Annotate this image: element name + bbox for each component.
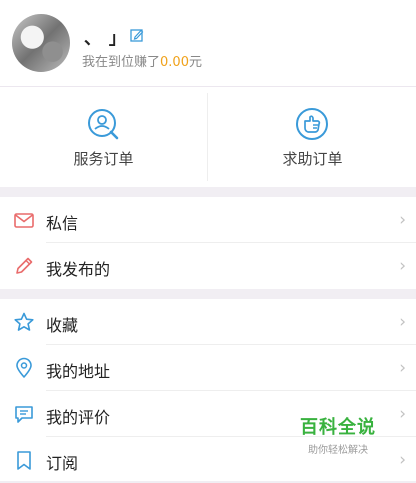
menu-item-label: 我发布的 bbox=[46, 260, 111, 279]
avatar[interactable] bbox=[12, 14, 70, 72]
menu-item-messages[interactable]: 私信 › bbox=[0, 197, 416, 243]
watermark: 百科全说 助你轻松解决 bbox=[300, 413, 376, 456]
divider bbox=[207, 93, 208, 181]
service-orders-label: 服务订单 bbox=[73, 150, 134, 168]
earnings-suffix: 元 bbox=[188, 55, 202, 70]
chevron-right-icon: › bbox=[399, 404, 406, 424]
bookmark-icon bbox=[17, 451, 31, 470]
menu-item-my-posts[interactable]: 我发布的 › bbox=[0, 243, 416, 289]
star-icon bbox=[14, 312, 34, 331]
menu-item-label: 订阅 bbox=[46, 454, 79, 473]
menu-group-messages: 私信 › 我发布的 › bbox=[0, 197, 416, 289]
chevron-right-icon: › bbox=[399, 358, 406, 378]
pencil-icon bbox=[16, 257, 33, 274]
chevron-right-icon: › bbox=[399, 312, 406, 332]
hand-help-icon bbox=[296, 108, 328, 140]
search-user-icon bbox=[88, 109, 119, 140]
location-pin-icon bbox=[16, 357, 32, 378]
menu-item-label: 收藏 bbox=[46, 316, 79, 335]
edit-profile-icon[interactable] bbox=[130, 28, 144, 42]
earnings-prefix: 我在到位赚了 bbox=[82, 55, 161, 70]
chevron-right-icon: › bbox=[399, 450, 406, 470]
earnings-amount: 0.00 bbox=[160, 55, 189, 70]
menu-item-my-address[interactable]: 我的地址 › bbox=[0, 345, 416, 391]
earnings-text: 我在到位赚了0.00元 bbox=[82, 51, 202, 70]
watermark-title: 百科全说 bbox=[300, 417, 376, 438]
mail-icon bbox=[14, 213, 34, 228]
chevron-right-icon: › bbox=[399, 210, 406, 230]
help-orders-label: 求助订单 bbox=[282, 150, 343, 168]
menu-item-favorites[interactable]: 收藏 › bbox=[0, 299, 416, 345]
user-name: 、 」 bbox=[84, 29, 127, 49]
profile-header[interactable]: 、 」 我在到位赚了0.00元 bbox=[0, 0, 416, 87]
watermark-subtitle: 助你轻松解决 bbox=[308, 445, 368, 456]
menu-item-label: 我的地址 bbox=[46, 362, 111, 381]
chevron-right-icon: › bbox=[399, 256, 406, 276]
menu-item-label: 我的评价 bbox=[46, 408, 111, 427]
order-shortcuts: 服务订单 求助订单 bbox=[0, 87, 416, 187]
help-orders-button[interactable]: 求助订单 bbox=[209, 87, 416, 187]
service-orders-button[interactable]: 服务订单 bbox=[0, 87, 207, 187]
comment-icon bbox=[15, 406, 33, 423]
menu-item-label: 私信 bbox=[46, 214, 79, 233]
